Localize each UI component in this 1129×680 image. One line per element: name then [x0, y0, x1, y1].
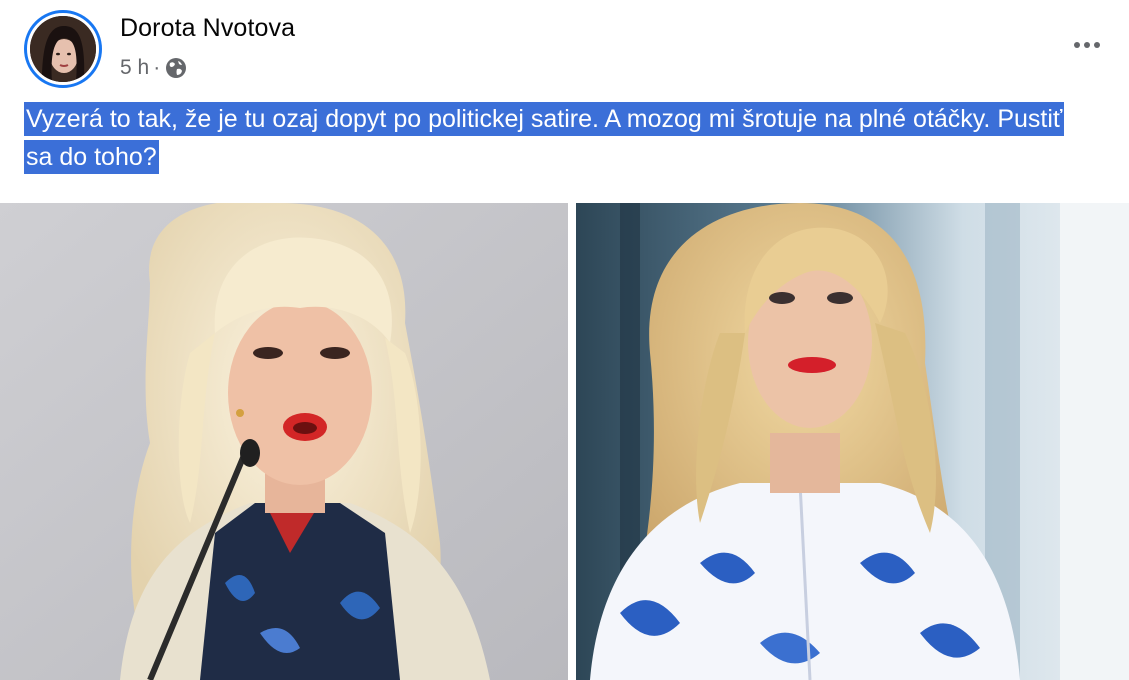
- more-dot: [1094, 42, 1100, 48]
- post-text: Vyzerá to tak, že je tu ozaj dopyt po po…: [24, 100, 1094, 176]
- post-meta: 5 h ·: [120, 56, 188, 80]
- post-text-content: Vyzerá to tak, že je tu ozaj dopyt po po…: [24, 102, 1065, 174]
- post-header: Dorota Nvotova 5 h ·: [0, 0, 1129, 95]
- post-time[interactable]: 5 h: [120, 56, 149, 80]
- more-dot: [1074, 42, 1080, 48]
- post-photo[interactable]: [0, 203, 1129, 680]
- avatar[interactable]: [24, 10, 102, 88]
- globe-icon[interactable]: [164, 56, 188, 80]
- facebook-post: Dorota Nvotova 5 h · Vyzerá to tak, že j…: [0, 0, 1129, 680]
- more-options-icon[interactable]: [1065, 30, 1109, 60]
- more-dot: [1084, 42, 1090, 48]
- avatar-photo: [30, 16, 96, 82]
- meta-separator: ·: [153, 56, 161, 79]
- author-name[interactable]: Dorota Nvotova: [120, 14, 295, 43]
